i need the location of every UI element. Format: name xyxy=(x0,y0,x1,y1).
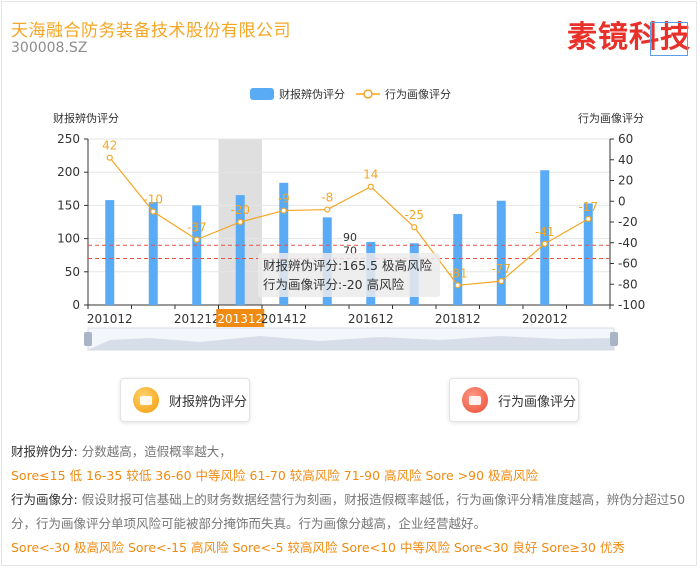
line-point-201312 xyxy=(237,218,244,226)
bar-201912 xyxy=(496,200,506,305)
line-data-label: -81 xyxy=(448,266,468,280)
financial-score-button-label: 财报辨伪评分 xyxy=(169,394,248,410)
financial-note: 财报辨伪分: 分数越高，造假概率越大， xyxy=(11,440,691,464)
left-tick-label: 50 xyxy=(65,265,80,279)
score-chart: 财报辨伪评分 行为画像评分财报辨伪评分 行为画像评分050100150200250-… xyxy=(53,87,645,351)
threshold-label: 90 xyxy=(343,231,357,244)
line-data-label: -77 xyxy=(491,262,511,276)
x-tick-label: 201312 xyxy=(217,312,263,326)
financial-score-button[interactable]: 财报辨伪评分 xyxy=(120,378,250,422)
x-tick-label: 201012 xyxy=(87,312,133,326)
line-point-201412 xyxy=(280,207,287,214)
behavior-score-button[interactable]: 行为画像评分 xyxy=(449,378,579,422)
line-point-201912 xyxy=(498,278,505,285)
line-data-label: -20 xyxy=(230,203,250,217)
left-axis-title: 财报辨伪评分 xyxy=(53,111,119,125)
right-tick-label: -60 xyxy=(618,257,638,271)
behavior-note-title: 行为画像分: xyxy=(11,492,78,507)
behavior-scale: Sore<-30 极高风险 Sore<-15 高风险 Sore<-5 较高风险 … xyxy=(11,540,625,555)
legend-bar-swatch xyxy=(250,88,274,100)
right-tick-label: 0 xyxy=(618,194,626,208)
left-tick-label: 0 xyxy=(72,298,80,312)
line-data-label: -37 xyxy=(187,221,207,235)
legend-series1-label: 财报辨伪评分 xyxy=(279,87,345,101)
behavior-note-desc: 假设财报可信基础上的财务数据经营行为刻画，财报造假概率越低，行为画像评分精准度越… xyxy=(11,492,686,531)
right-tick-label: 20 xyxy=(618,174,633,188)
financial-note-title: 财报辨伪分: xyxy=(11,444,78,459)
x-tick-label: 201612 xyxy=(348,312,394,326)
zoom-handle-left[interactable] xyxy=(84,332,92,346)
x-tick-label: 202012 xyxy=(522,312,568,326)
left-tick-label: 150 xyxy=(57,198,80,212)
x-tick-label: 201412 xyxy=(261,312,307,326)
behavior-note: 行为画像分: 假设财报可信基础上的财务数据经营行为刻画，财报造假概率越低，行为画… xyxy=(11,488,691,536)
line-data-label: -41 xyxy=(535,225,555,239)
right-axis-title: 行为画像评分 xyxy=(578,112,644,125)
line-point-202012 xyxy=(541,240,548,247)
line-point-201712 xyxy=(411,224,418,231)
x-tick-label: 201212 xyxy=(174,312,220,326)
line-point-201812 xyxy=(454,282,461,289)
right-tick-label: -80 xyxy=(618,277,638,291)
line-point-201612 xyxy=(367,183,374,190)
x-tick-label: 201812 xyxy=(435,312,481,326)
left-tick-label: 200 xyxy=(57,165,80,179)
financial-note-desc: 分数越高，造假概率越大， xyxy=(81,444,232,459)
tooltip-line-2: 行为画像评分:-20 高风险 xyxy=(263,277,405,292)
left-tick-label: 250 xyxy=(57,132,80,146)
right-tick-label: -20 xyxy=(618,215,638,229)
line-point-202112 xyxy=(585,215,592,222)
right-tick-label: -100 xyxy=(618,298,645,312)
zoom-handle-right[interactable] xyxy=(610,332,618,346)
line-data-label: -10 xyxy=(143,193,163,207)
line-point-201112 xyxy=(150,208,157,215)
line-data-label: -8 xyxy=(321,191,333,205)
score-notes: 财报辨伪分: 分数越高，造假概率越大， Sore≤15 低 16-35 较低 3… xyxy=(11,440,691,560)
financial-scale: Sore≤15 低 16-35 较低 36-60 中等风险 61-70 较高风险… xyxy=(11,468,539,483)
line-data-label: -25 xyxy=(404,208,424,222)
legend-series2-label: 行为画像评分 xyxy=(385,88,451,101)
right-tick-label: 60 xyxy=(618,132,633,146)
line-data-label: -9 xyxy=(278,192,290,206)
bar-201812 xyxy=(453,214,463,305)
line-data-label: 14 xyxy=(363,168,378,182)
tooltip-line-1: 财报辨伪评分:165.5 极高风险 xyxy=(263,258,432,273)
bar-201112 xyxy=(148,202,158,305)
behavior-score-button-label: 行为画像评分 xyxy=(498,394,577,410)
line-point-201212 xyxy=(193,236,200,243)
line-point-201012 xyxy=(106,154,113,161)
right-tick-label: 40 xyxy=(618,153,633,167)
right-tick-label: -40 xyxy=(618,236,638,250)
line-data-label: 42 xyxy=(102,139,117,153)
line-point-201512 xyxy=(324,206,331,213)
legend-line-marker xyxy=(363,89,373,99)
financial-score-icon xyxy=(133,387,159,413)
bar-201012 xyxy=(105,200,115,305)
left-tick-label: 100 xyxy=(57,232,80,246)
behavior-score-icon xyxy=(462,387,488,413)
line-data-label: -17 xyxy=(578,200,598,214)
